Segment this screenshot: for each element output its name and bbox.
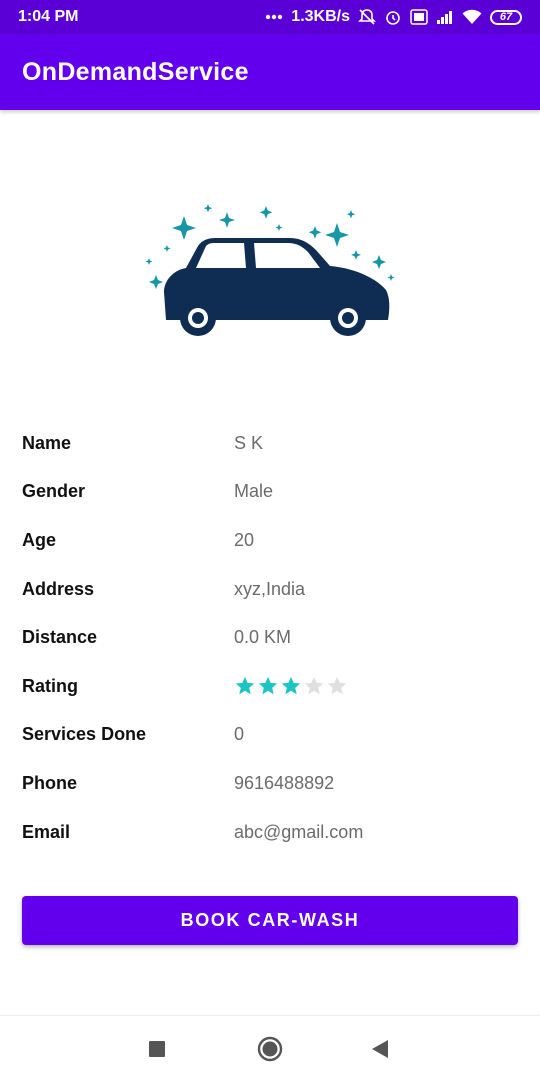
name-label: Name [22,432,72,453]
volte-icon [410,9,428,25]
email-value: abc@gmail.com [234,821,364,842]
address-label: Address [22,578,95,599]
detail-row-distance: Distance 0.0 KM [22,613,522,662]
app-screen: 1:04 PM 1.3KB/s 67 OnDemandService Name … [0,0,540,1080]
detail-row-services-done: Services Done 0 [22,711,522,760]
detail-row-gender: Gender Male [22,468,522,517]
gender-label: Gender [22,481,86,502]
network-speed: 1.3KB/s [291,8,350,25]
system-nav-bar [0,1015,540,1080]
app-bar: OnDemandService [0,34,540,110]
services-done-value: 0 [234,724,245,745]
sparkle-icon [149,275,163,289]
services-done-label: Services Done [22,724,147,745]
detail-row-phone: Phone 9616488892 [22,759,522,808]
sparkle-icon [346,210,356,219]
sparkle-icon [387,274,395,281]
sparkle-icon [308,226,322,239]
alarm-icon [384,8,402,26]
phone-label: Phone [22,772,78,793]
age-label: Age [22,529,57,550]
detail-row-rating: Rating [22,662,522,711]
detail-row-age: Age 20 [22,516,522,565]
dots-icon [265,14,283,20]
wifi-icon [462,9,482,25]
sparkle-icon [219,212,235,228]
recent-apps-icon[interactable] [142,1034,172,1064]
age-value: 20 [234,529,255,550]
address-value: xyz,India [234,578,306,599]
signal-icon [436,10,454,24]
sparkle-icon [259,206,273,219]
car-wash-illustration [145,204,395,336]
app-title: OnDemandService [22,57,249,86]
worker-details: Name S K Gender Male Age 20 Address xyz,… [22,419,522,856]
rating-bar [234,675,348,697]
star-empty-icon [327,677,347,695]
book-car-wash-button[interactable]: BOOK CAR-WASH [22,896,518,945]
rating-label: Rating [22,675,78,696]
sparkle-icon [203,204,213,213]
battery-icon: 67 [490,9,522,25]
gender-value: Male [234,481,274,502]
status-bar: 1:04 PM 1.3KB/s 67 [0,0,540,34]
star-filled-icon [235,677,255,695]
sparkle-icon [351,250,361,260]
detail-row-name: Name S K [22,419,522,468]
sparkle-icon [145,258,153,265]
sparkle-icon [172,216,196,240]
phone-value: 9616488892 [234,772,335,793]
sparkle-icon [372,255,386,269]
home-icon[interactable] [255,1034,285,1064]
back-icon[interactable] [365,1034,395,1064]
distance-value: 0.0 KM [234,627,292,648]
email-label: Email [22,821,71,842]
sparkle-icon [325,223,349,247]
detail-row-address: Address xyz,India [22,565,522,614]
sparkle-icon [275,224,283,231]
mute-icon [358,8,376,26]
name-value: S K [234,432,264,453]
status-icons: 1.3KB/s 67 [265,8,522,26]
detail-row-email: Email abc@gmail.com [22,808,522,857]
battery-level: 67 [499,11,513,23]
distance-label: Distance [22,627,98,648]
star-filled-icon [258,677,278,695]
status-time: 1:04 PM [18,8,79,25]
sparkle-icon [163,245,171,252]
star-filled-icon [281,677,301,695]
star-empty-icon [304,677,324,695]
